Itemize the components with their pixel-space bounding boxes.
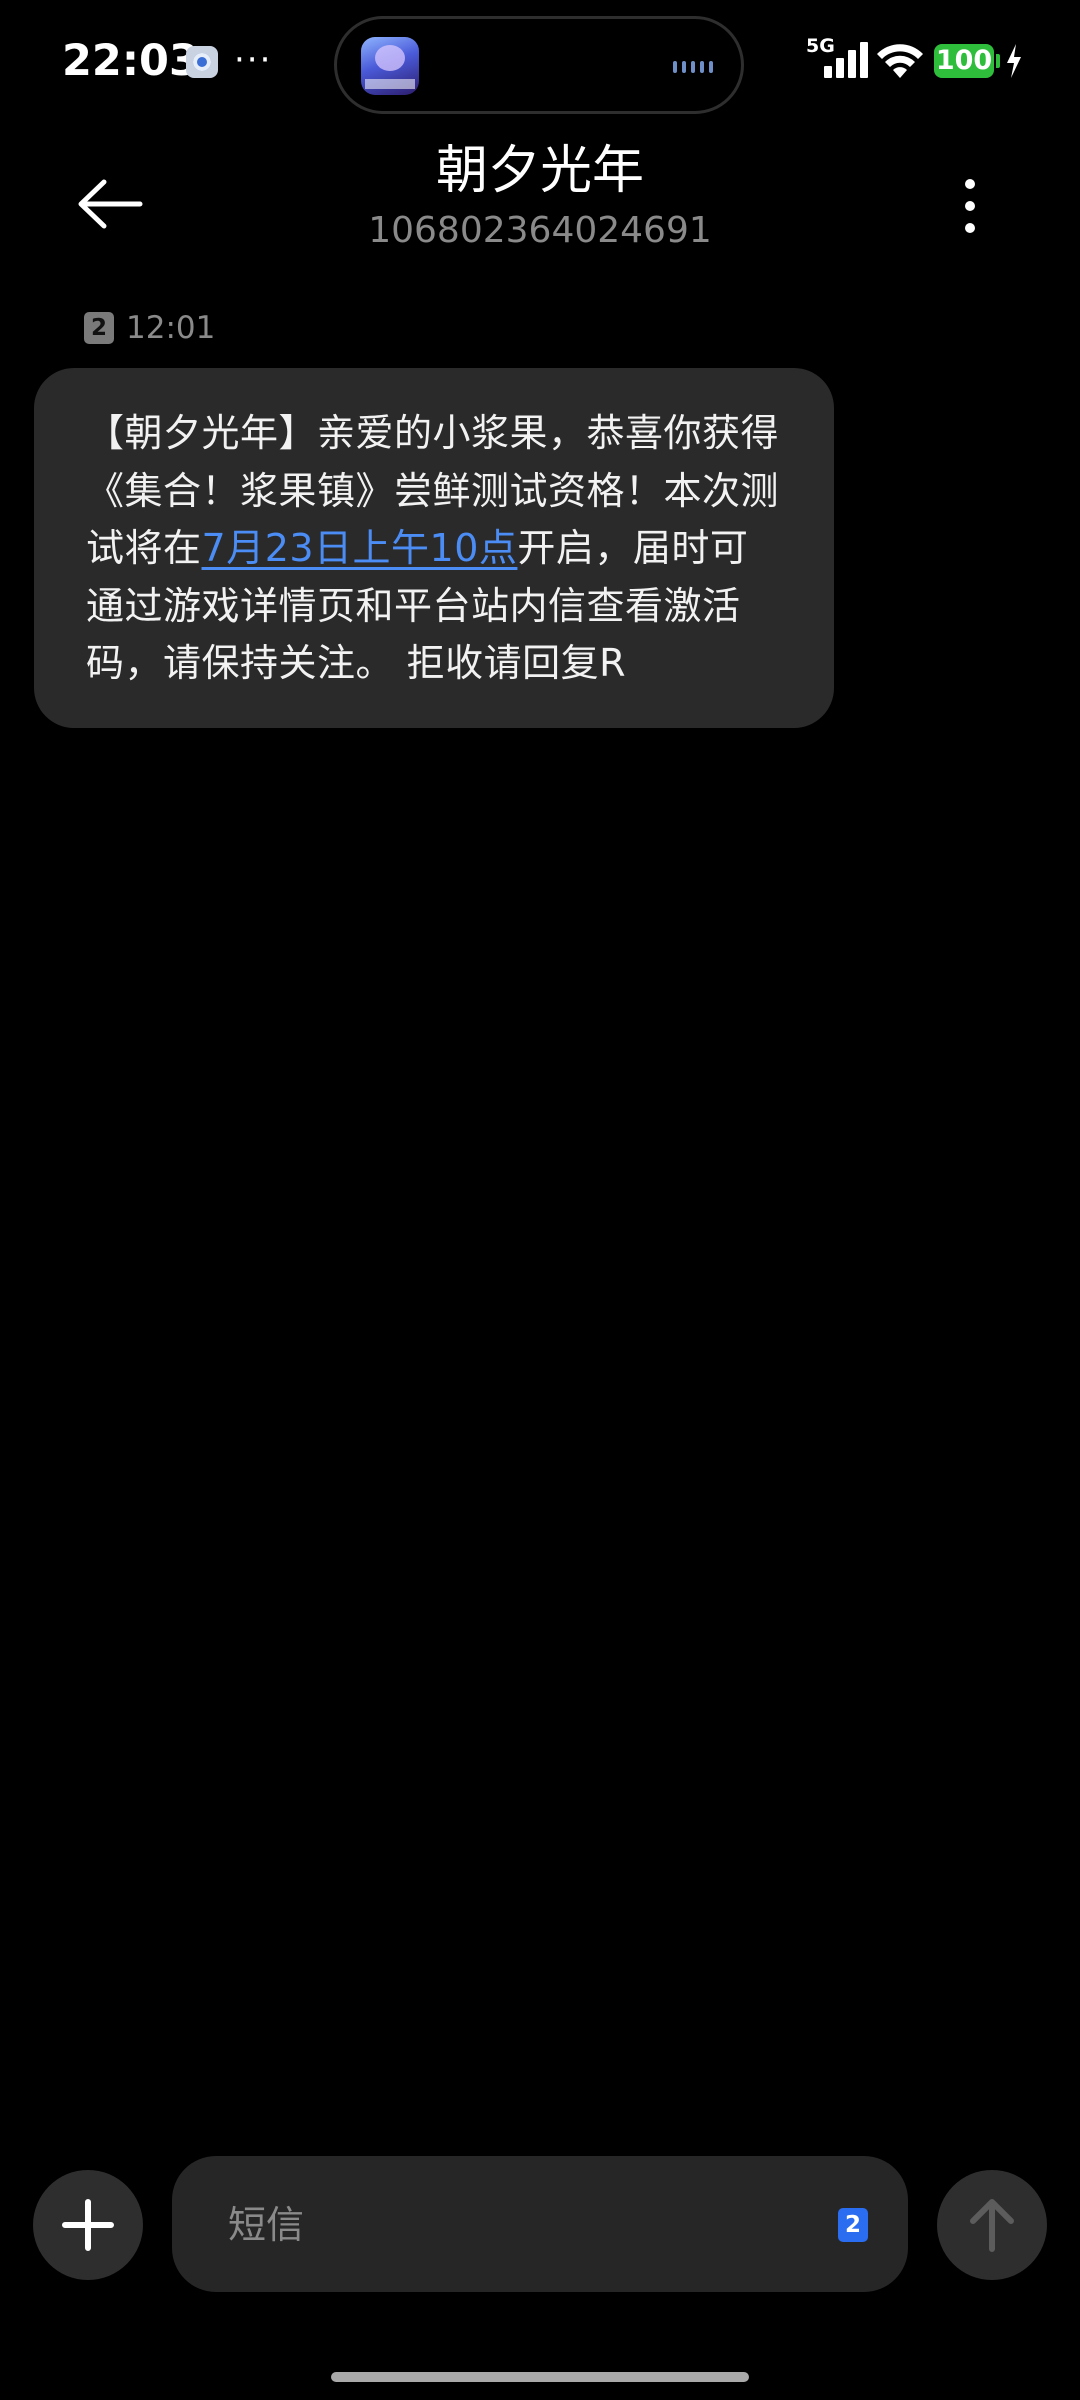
arrow-left-icon [78, 179, 143, 229]
plus-icon [62, 2199, 114, 2251]
dynamic-island[interactable] [334, 16, 744, 114]
back-button[interactable] [60, 154, 160, 254]
message-time: 12:01 [126, 310, 216, 346]
message-bubble[interactable]: 【朝夕光年】亲爱的小浆果，恭喜你获得《集合！浆果镇》尝鲜测试资格！本次测试将在7… [34, 368, 834, 728]
wifi-icon [877, 44, 923, 78]
conversation-header: 朝夕光年 106802364024691 [0, 130, 1080, 260]
audio-wave-icon [673, 61, 713, 73]
sim-slot-badge: 2 [84, 312, 114, 344]
message-input[interactable] [226, 2156, 790, 2294]
status-bar: 22:03 ··· 5G 100 [0, 0, 1080, 120]
status-time: 22:03 [62, 36, 199, 86]
message-meta: 2 12:01 [84, 310, 215, 346]
status-more-indicator: ··· [234, 40, 273, 80]
add-attachment-button[interactable] [33, 2170, 143, 2280]
charging-icon [1007, 44, 1021, 78]
more-vertical-icon [965, 179, 975, 233]
notification-app-icon [186, 46, 218, 78]
message-text: 【朝夕光年】亲爱的小浆果，恭喜你获得《集合！浆果镇》尝鲜测试资格！本次测试将在7… [86, 405, 786, 693]
arrow-up-icon [970, 2199, 1014, 2252]
battery-icon: 100 [934, 44, 994, 78]
more-options-button[interactable] [934, 156, 1006, 256]
battery-nub [996, 54, 1000, 68]
home-indicator[interactable] [331, 2372, 749, 2382]
contact-name: 朝夕光年 [435, 141, 644, 201]
send-button[interactable] [937, 2170, 1047, 2280]
contact-info[interactable]: 朝夕光年 106802364024691 [240, 138, 840, 254]
game-app-icon[interactable] [361, 37, 419, 95]
compose-sim-badge[interactable]: 2 [838, 2208, 868, 2242]
signal-icon [820, 42, 868, 78]
compose-field[interactable]: 2 [172, 2156, 908, 2294]
date-link[interactable]: 7月23日上午10点 [202, 526, 518, 570]
contact-number: 106802364024691 [368, 210, 712, 251]
